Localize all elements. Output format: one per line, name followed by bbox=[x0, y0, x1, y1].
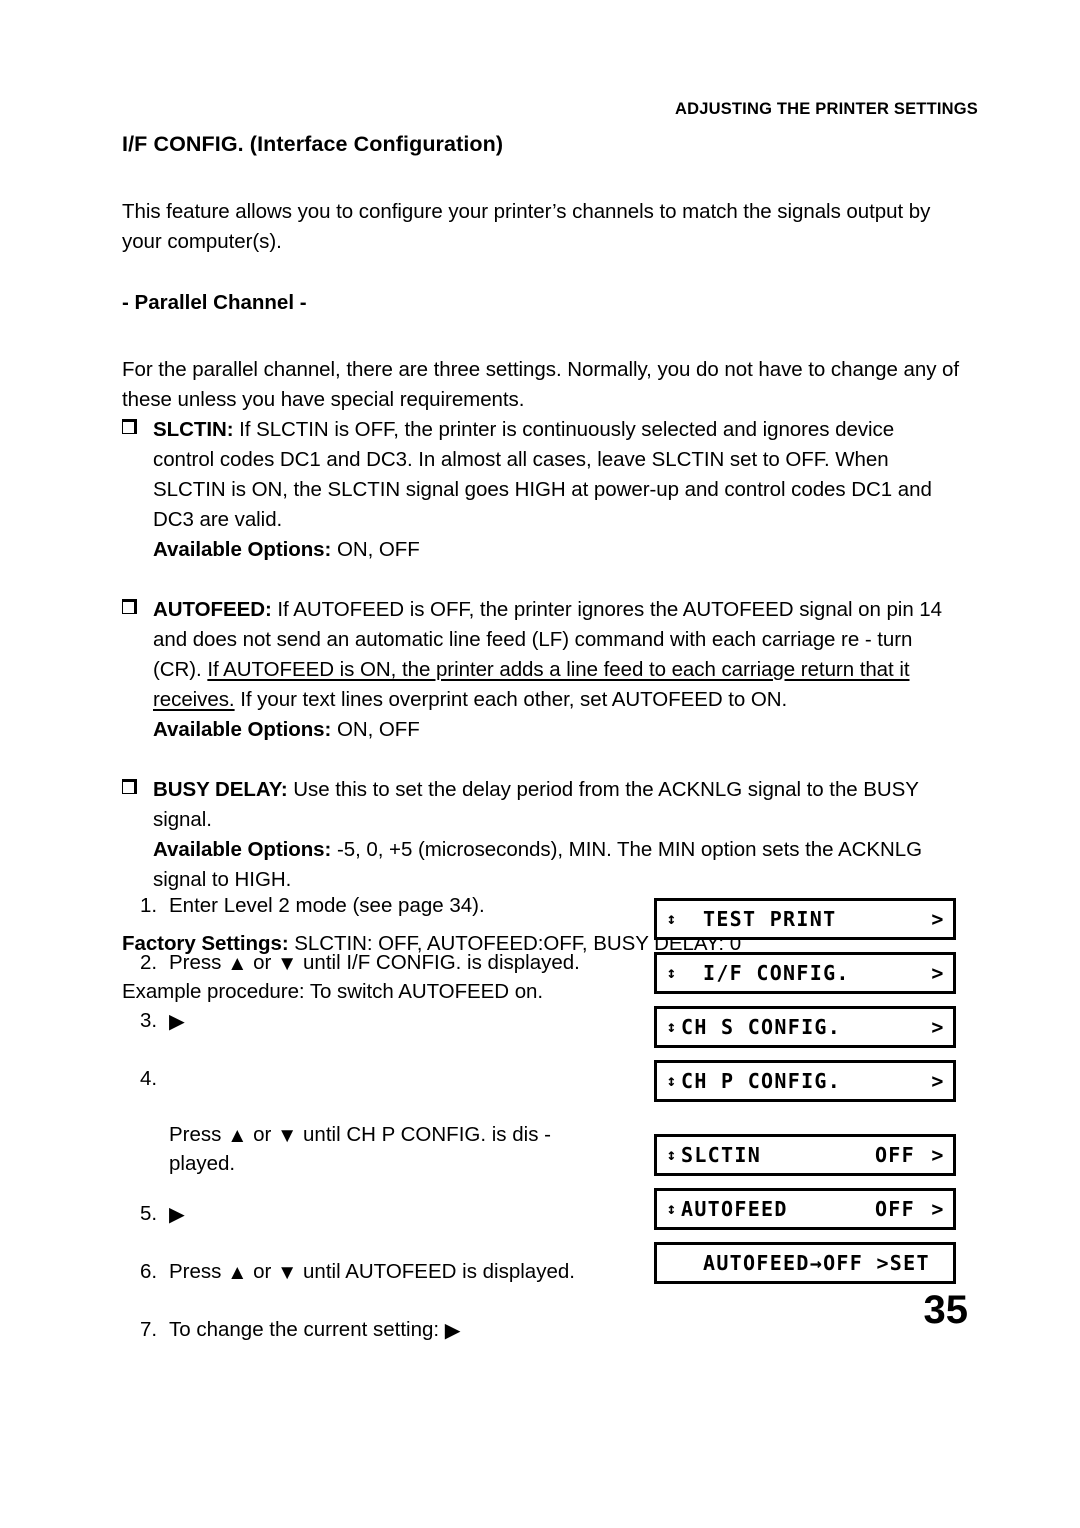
page-number: 35 bbox=[923, 1288, 969, 1332]
bullet-term: AUTOFEED: bbox=[153, 598, 272, 621]
triangle-right-icon: ▶ bbox=[169, 1203, 185, 1226]
up-down-arrow-icon: ↕ bbox=[666, 1017, 678, 1036]
options-value: ON, OFF bbox=[331, 718, 420, 741]
list-item: BUSY DELAY: Use this to set the delay pe… bbox=[122, 775, 960, 895]
chevron-right-icon: > bbox=[931, 961, 945, 985]
subsection-title: - Parallel Channel - bbox=[122, 291, 307, 314]
triangle-down-icon: ▼ bbox=[277, 952, 298, 975]
running-header: ADJUSTING THE PRINTER SETTINGS bbox=[674, 100, 978, 118]
list-item: 2. Press ▲ or ▼ until I/F CONFIG. is dis… bbox=[140, 949, 610, 978]
list-item: 6. Press ▲ or ▼ until AUTOFEED is displa… bbox=[140, 1258, 610, 1287]
document-page: ADJUSTING THE PRINTER SETTINGS I/F CONFI… bbox=[0, 0, 1080, 1528]
step-text-mid: or bbox=[247, 951, 278, 974]
triangle-up-icon: ▲ bbox=[227, 1124, 248, 1147]
subsection-intro: For the parallel channel, there are thre… bbox=[122, 358, 960, 411]
step-number: 4. bbox=[140, 1067, 158, 1090]
lcd-label: SLCTIN bbox=[681, 1143, 762, 1167]
page-title: I/F CONFIG. (Interface Configuration) bbox=[122, 132, 504, 156]
lcd-panel-slctin: ↕ SLCTIN OFF > bbox=[654, 1134, 956, 1176]
step-text-post: until I/F CONFIG. is displayed. bbox=[297, 951, 580, 974]
step-number: 6. bbox=[140, 1260, 158, 1283]
lcd-value: OFF bbox=[874, 1143, 915, 1167]
bullet-text-after: If your text lines overprint each other,… bbox=[234, 688, 788, 711]
up-down-arrow-icon: ↕ bbox=[666, 1145, 678, 1164]
lcd-panel-ch-s-config: ↕ CH S CONFIG. > bbox=[654, 1006, 956, 1048]
bullet-term: BUSY DELAY: bbox=[153, 778, 288, 801]
step-text-mid: or bbox=[247, 1260, 278, 1283]
chevron-right-icon: > bbox=[931, 907, 945, 931]
up-down-arrow-icon: ↕ bbox=[666, 1199, 678, 1218]
lcd-label: CH P CONFIG. bbox=[681, 1069, 842, 1093]
chevron-right-icon: > bbox=[931, 1069, 945, 1093]
list-item: 3. ▶ bbox=[140, 1007, 610, 1036]
lcd-label: TEST PRINT bbox=[703, 907, 837, 931]
chevron-right-icon: > bbox=[931, 1197, 945, 1221]
intro-paragraph: This feature allows you to configure you… bbox=[122, 200, 931, 253]
up-down-arrow-icon: ↕ bbox=[666, 1071, 678, 1090]
list-item: 5. ▶ bbox=[140, 1200, 610, 1229]
lcd-panel-autofeed-set: AUTOFEED →OFF >SET bbox=[654, 1242, 956, 1284]
options-label: Available Options: bbox=[153, 538, 332, 561]
lcd-panel-group: ↕ TEST PRINT > ↕ I/F CONFIG. > ↕ CH S CO… bbox=[654, 898, 956, 1284]
lcd-label: AUTOFEED bbox=[681, 1197, 788, 1221]
lcd-panel-autofeed: ↕ AUTOFEED OFF > bbox=[654, 1188, 956, 1230]
step-text-pre: Press bbox=[169, 951, 228, 974]
lcd-label: AUTOFEED bbox=[703, 1251, 810, 1275]
lcd-panel-ch-p-config: ↕ CH P CONFIG. > bbox=[654, 1060, 956, 1102]
bullet-text: If SLCTIN is OFF, the printer is continu… bbox=[153, 418, 932, 531]
options-value: ON, OFF bbox=[331, 538, 420, 561]
procedure-steps: 1. Enter Level 2 mode (see page 34). 2. … bbox=[140, 892, 610, 1345]
step-text-mid: or bbox=[247, 1123, 278, 1146]
lcd-value: →OFF >SET bbox=[809, 1251, 930, 1275]
triangle-up-icon: ▲ bbox=[227, 952, 248, 975]
step-number: 3. bbox=[140, 1009, 158, 1032]
triangle-down-icon: ▼ bbox=[277, 1124, 298, 1147]
list-item: AUTOFEED: If AUTOFEED is OFF, the printe… bbox=[122, 595, 960, 745]
square-bullet-icon bbox=[122, 599, 137, 614]
list-item: SLCTIN: If SLCTIN is OFF, the printer is… bbox=[122, 415, 960, 565]
chevron-right-icon: > bbox=[931, 1143, 945, 1167]
content-column: I/F CONFIG. (Interface Configuration) Th… bbox=[122, 132, 960, 1007]
bullet-term: SLCTIN: bbox=[153, 418, 234, 441]
step-text-post: until AUTOFEED is displayed. bbox=[297, 1260, 575, 1283]
list-item: 4. Press ▲ or ▼ until CH P CONFIG. is di… bbox=[140, 1065, 610, 1178]
step-text: Enter Level 2 mode (see page 34). bbox=[169, 894, 485, 917]
up-down-arrow-icon: ↕ bbox=[666, 909, 678, 928]
lcd-label: CH S CONFIG. bbox=[681, 1015, 842, 1039]
square-bullet-icon bbox=[122, 779, 137, 794]
step-number: 1. bbox=[140, 894, 158, 917]
square-bullet-icon bbox=[122, 419, 137, 434]
chevron-right-icon: > bbox=[931, 1015, 945, 1039]
triangle-down-icon: ▼ bbox=[277, 1261, 298, 1284]
lcd-value: OFF bbox=[874, 1197, 915, 1221]
lcd-label: I/F CONFIG. bbox=[703, 961, 850, 985]
options-label: Available Options: bbox=[153, 838, 332, 861]
step-number: 5. bbox=[140, 1202, 158, 1225]
options-label: Available Options: bbox=[153, 718, 332, 741]
list-item: 1. Enter Level 2 mode (see page 34). bbox=[140, 892, 610, 920]
step-number: 2. bbox=[140, 951, 158, 974]
up-down-arrow-icon: ↕ bbox=[666, 963, 678, 982]
step-text-pre: Press bbox=[169, 1260, 228, 1283]
triangle-right-icon: ▶ bbox=[169, 1010, 185, 1033]
triangle-up-icon: ▲ bbox=[227, 1261, 248, 1284]
lcd-panel-if-config: ↕ I/F CONFIG. > bbox=[654, 952, 956, 994]
step-text-pre: Press bbox=[169, 1123, 228, 1146]
lcd-panel-test-print: ↕ TEST PRINT > bbox=[654, 898, 956, 940]
